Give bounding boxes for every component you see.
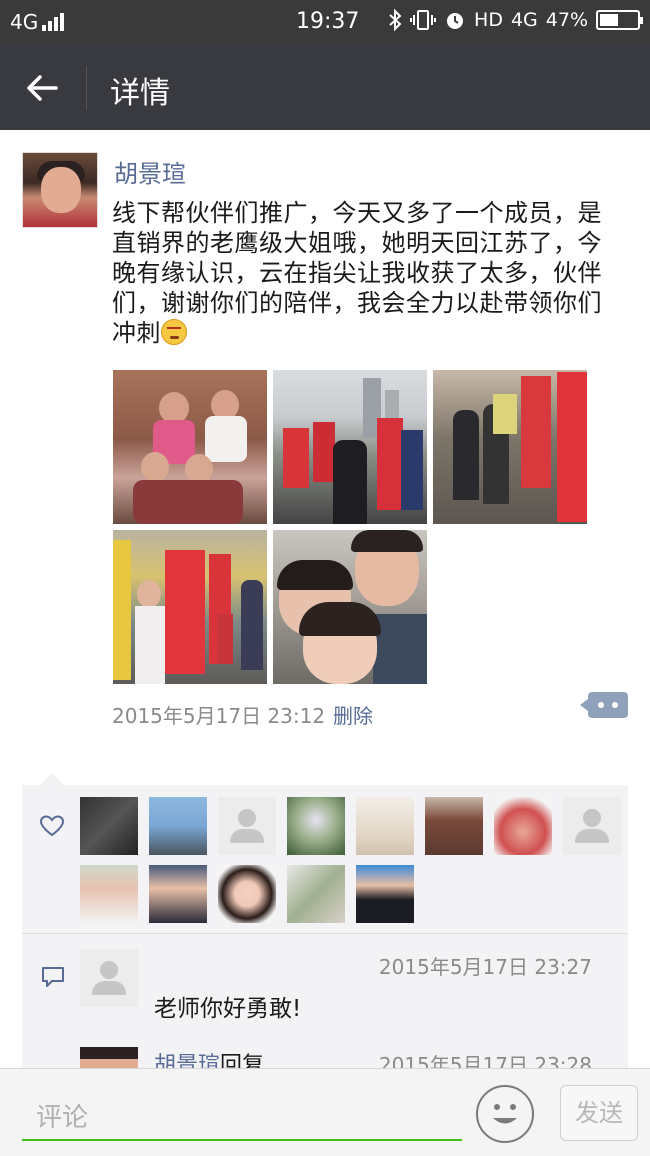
comment-like-menu-button[interactable] (580, 692, 628, 718)
vibrate-icon (410, 10, 437, 30)
liker-avatar[interactable] (149, 865, 207, 923)
post-photo-4[interactable] (113, 530, 267, 684)
battery-percent: 47% (545, 9, 588, 31)
liker-avatar[interactable] (218, 797, 276, 855)
liker-avatar[interactable] (494, 797, 552, 855)
network-type-right: 4G (510, 9, 538, 31)
liker-avatar[interactable] (218, 865, 276, 923)
liker-avatar[interactable] (287, 797, 345, 855)
navbar-divider (86, 66, 87, 110)
comment-text[interactable]: 老师你好勇敢! (154, 989, 301, 1023)
liker-avatar[interactable] (356, 797, 414, 855)
status-time: 19:37 (296, 9, 360, 34)
moment-post: 胡景瑄 线下帮伙伴们推广，今天又多了一个成员，是直销界的老鹰级大姐哦，她明天回江… (0, 130, 650, 1087)
emoji-button[interactable] (476, 1085, 534, 1143)
signal-icon (42, 13, 65, 31)
author-name[interactable]: 胡景瑄 (114, 154, 186, 189)
comment-timestamp: 2015年5月17日 23:27 (378, 955, 592, 979)
interaction-panel: 2015年5月17日 23:27 老师你好勇敢! 胡景瑄回复 2015年5月17… (22, 773, 628, 1087)
post-timestamp: 2015年5月17日 23:12 (112, 704, 326, 728)
status-bar: 4G 19:37 HD 4G 47% (0, 0, 650, 44)
author-avatar[interactable] (22, 152, 98, 228)
page-title: 详情 (110, 76, 170, 111)
liker-avatar[interactable] (80, 797, 138, 855)
comment-icon (42, 967, 64, 987)
commenter-avatar[interactable] (80, 949, 138, 1007)
network-type: 4G (10, 10, 39, 34)
alarm-icon (447, 13, 464, 29)
bluetooth-icon (389, 9, 402, 31)
liker-avatar[interactable] (287, 865, 345, 923)
post-photo-5[interactable] (273, 530, 427, 684)
liker-avatar[interactable] (425, 797, 483, 855)
post-photo-3[interactable] (433, 370, 587, 524)
comment-input-bar: 评论 发送 (0, 1068, 650, 1156)
emoji-icon (161, 319, 187, 345)
heart-icon (40, 815, 64, 837)
hd-label: HD (474, 9, 503, 31)
liker-avatar[interactable] (356, 865, 414, 923)
liker-avatar[interactable] (563, 797, 621, 855)
liker-avatar[interactable] (149, 797, 207, 855)
comment-input[interactable]: 评论 (22, 1091, 462, 1141)
post-text-body: 线下帮伙伴们推广，今天又多了一个成员，是直销界的老鹰级大姐哦，她明天回江苏了，今… (112, 199, 602, 347)
smiley-icon (493, 1104, 517, 1124)
send-button[interactable]: 发送 (560, 1085, 638, 1141)
likes-comments-divider (22, 933, 628, 934)
post-photo-2[interactable] (273, 370, 427, 524)
battery-icon (596, 10, 643, 30)
navigation-bar: 详情 (0, 44, 650, 130)
post-text: 线下帮伙伴们推广，今天又多了一个成员，是直销界的老鹰级大姐哦，她明天回江苏了，今… (112, 198, 624, 348)
post-photo-1[interactable] (113, 370, 267, 524)
back-arrow-icon[interactable] (22, 68, 62, 108)
delete-link[interactable]: 删除 (333, 700, 373, 729)
liker-avatar[interactable] (80, 865, 138, 923)
